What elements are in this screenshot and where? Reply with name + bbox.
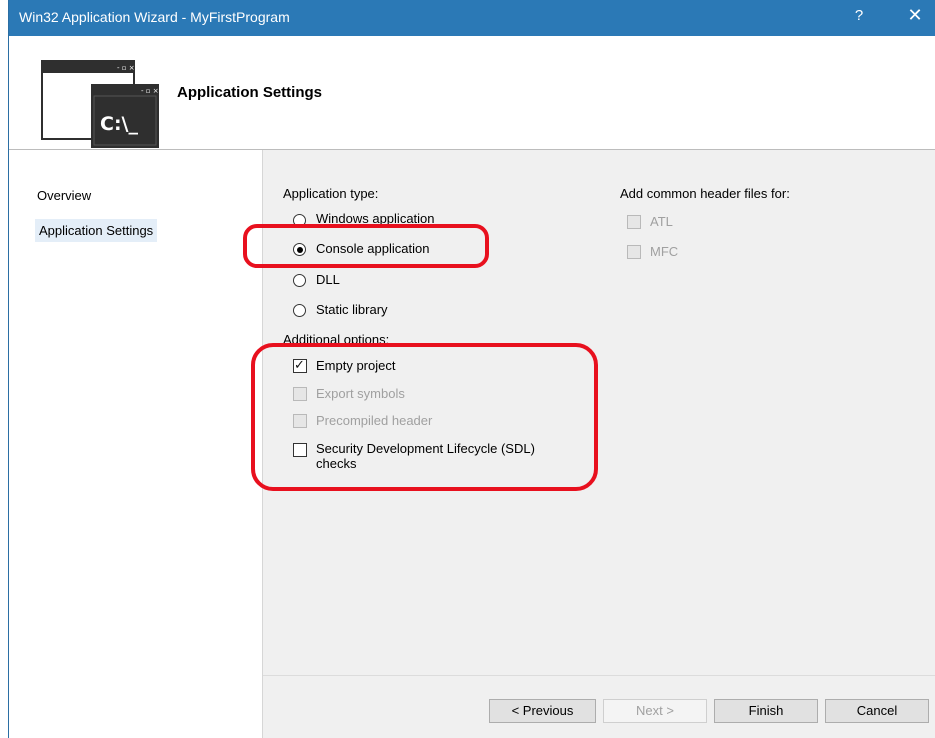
checkbox-mfc — [627, 245, 641, 259]
nav-item-overview[interactable]: Overview — [37, 188, 91, 203]
previous-button[interactable]: < Previous — [489, 699, 596, 723]
checkbox-atl — [627, 215, 641, 229]
nav-item-application-settings[interactable]: Application Settings — [35, 219, 158, 242]
footer-divider — [263, 675, 935, 676]
window-title: Win32 Application Wizard - MyFirstProgra… — [19, 9, 290, 25]
page-title: Application Settings — [177, 84, 323, 101]
svg-text:- ▫ ×: - ▫ × — [117, 64, 135, 72]
cancel-button[interactable]: Cancel — [825, 699, 929, 723]
additional-options-highlight — [251, 343, 598, 491]
title-bar[interactable]: Win32 Application Wizard - MyFirstProgra… — [9, 0, 935, 36]
svg-text:- ▫ ×: - ▫ × — [141, 87, 159, 95]
checkbox-atl-label: ATL — [650, 214, 673, 229]
radio-dll-label: DLL — [316, 272, 340, 287]
radio-static-library-label: Static library — [316, 302, 388, 317]
common-headers-label: Add common header files for: — [620, 186, 790, 201]
console-application-highlight — [243, 224, 489, 268]
radio-dll[interactable] — [293, 274, 306, 287]
checkbox-mfc-label: MFC — [650, 244, 679, 259]
finish-button[interactable]: Finish — [714, 699, 818, 723]
next-button[interactable]: Next > — [603, 699, 707, 723]
close-button[interactable]: ✕ — [902, 5, 928, 26]
application-type-label: Application type: — [283, 186, 379, 201]
console-prompt-text: C:\_ — [100, 113, 138, 135]
help-button[interactable]: ? — [847, 7, 871, 24]
radio-static-library[interactable] — [293, 304, 306, 317]
console-app-icon: - ▫ × - ▫ × C:\_ — [41, 60, 159, 148]
